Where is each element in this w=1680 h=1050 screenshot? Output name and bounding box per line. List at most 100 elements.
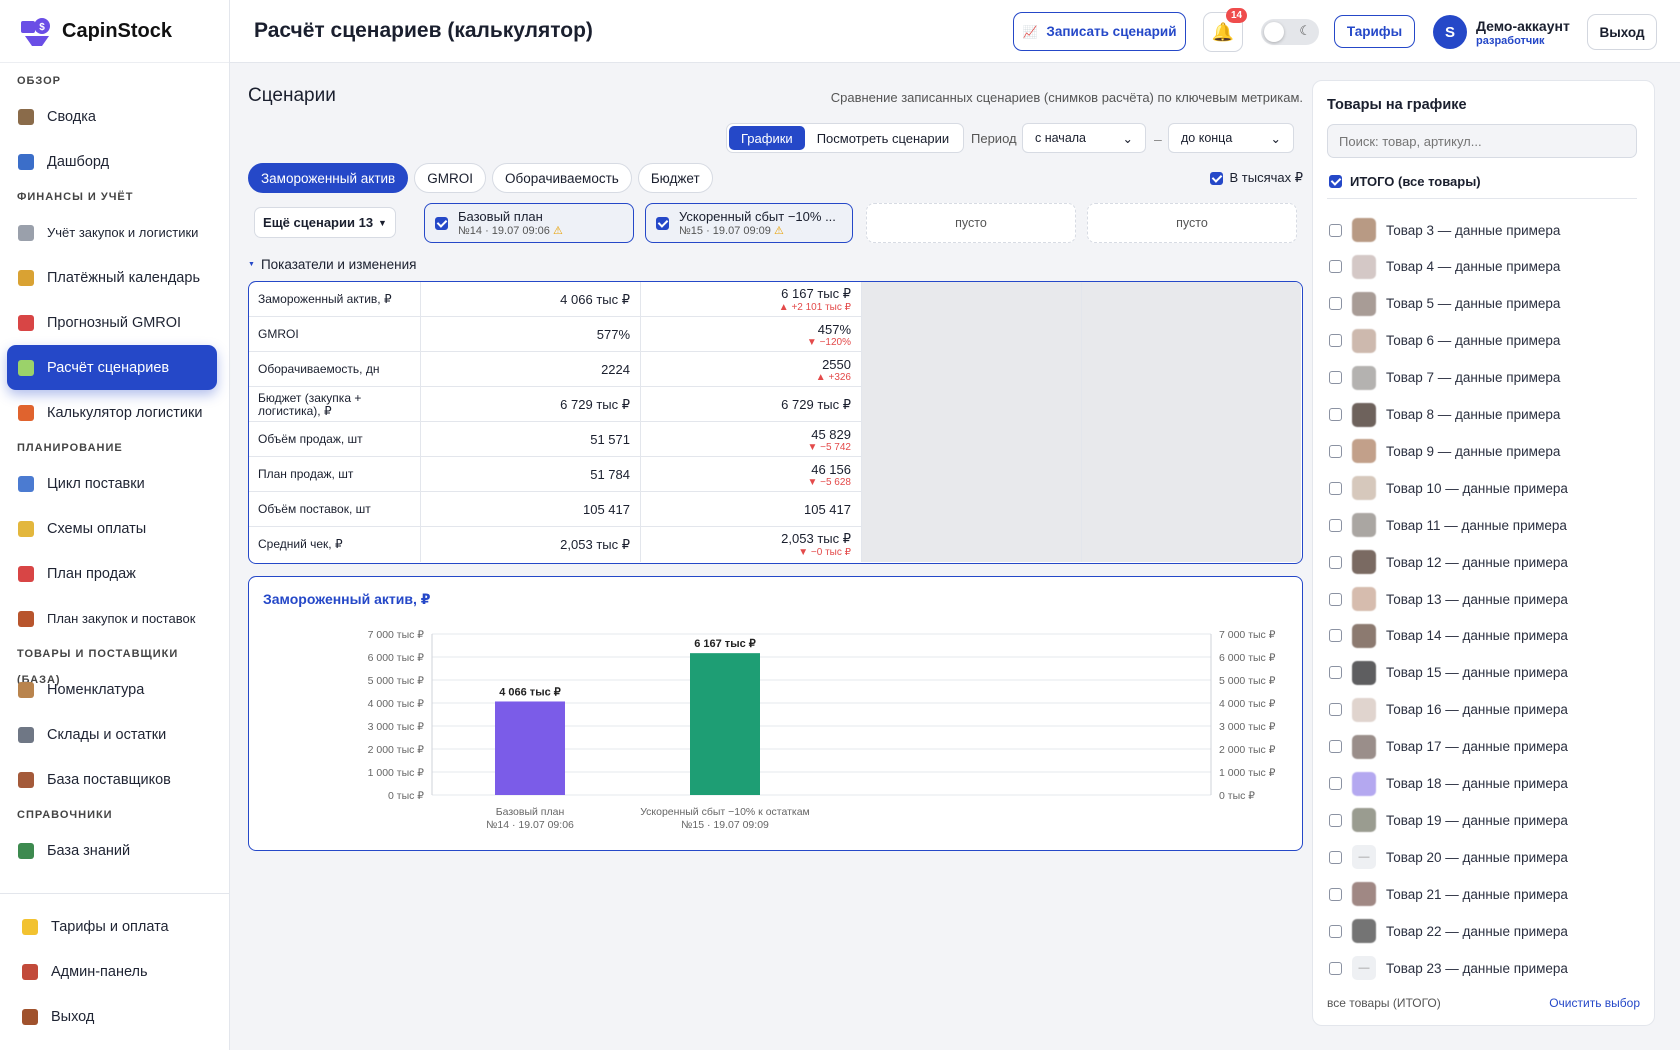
checkbox-icon[interactable] (656, 216, 669, 230)
sidebar-item[interactable]: Учёт закупок и логистики (0, 210, 229, 255)
checkbox-icon[interactable] (1329, 297, 1342, 311)
list-item[interactable]: Товар 5 — данные примера (1329, 289, 1560, 319)
checkbox-icon[interactable] (1329, 481, 1342, 495)
period-from-select[interactable]: с начала ⌄ (1022, 123, 1146, 153)
list-item[interactable]: Товар 11 — данные примера (1329, 510, 1567, 540)
metric-value-cell: 2550 ▲ +326 (641, 352, 862, 387)
thousands-checkbox[interactable]: В тысячах ₽ (1210, 170, 1303, 186)
sidebar-item[interactable]: Дашборд (0, 139, 229, 184)
bar[interactable] (495, 701, 565, 795)
checkbox-icon[interactable] (1329, 444, 1342, 458)
total-products-checkbox[interactable]: ИТОГО (все товары) (1329, 174, 1481, 189)
checkbox-icon[interactable] (1329, 592, 1342, 606)
sidebar-item[interactable]: Сводка (0, 94, 229, 139)
tariffs-button[interactable]: Тарифы (1334, 15, 1415, 48)
list-item[interactable]: Товар 21 — данные примера (1329, 879, 1568, 909)
list-item[interactable]: Товар 14 — данные примера (1329, 621, 1568, 651)
checkbox-icon[interactable] (1329, 740, 1342, 754)
clear-selection-link[interactable]: Очистить выбор (1549, 996, 1640, 1010)
list-item[interactable]: Товар 16 — данные примера (1329, 695, 1568, 725)
scenario-slot-empty[interactable]: пусто (866, 203, 1076, 243)
tab-frozen-asset[interactable]: Замороженный актив (248, 163, 409, 193)
metric-value-scenario: 105 417 (804, 502, 851, 517)
tab-gmroi[interactable]: GMROI (414, 163, 486, 193)
sidebar-item[interactable]: Калькулятор логистики (0, 390, 229, 435)
sidebar-item[interactable]: План продаж (0, 551, 229, 596)
sidebar-item[interactable]: База поставщиков (0, 757, 229, 802)
sidebar-item[interactable]: Платёжный календарь (0, 255, 229, 300)
checkbox-icon[interactable] (1329, 961, 1342, 975)
list-item[interactable]: Товар 3 — данные примера (1329, 215, 1560, 245)
list-item[interactable]: Товар 8 — данные примера (1329, 400, 1560, 430)
list-item[interactable]: — Товар 20 — данные примера (1329, 842, 1568, 872)
list-item[interactable]: Товар 18 — данные примера (1329, 769, 1568, 799)
product-label: Товар 16 — данные примера (1386, 702, 1568, 718)
list-item[interactable]: Товар 17 — данные примера (1329, 732, 1568, 762)
avatar[interactable]: S (1433, 15, 1467, 49)
checkbox-icon[interactable] (1329, 408, 1342, 421)
list-item[interactable]: Товар 4 — данные примера (1329, 252, 1560, 282)
checkbox-icon (1329, 175, 1342, 188)
product-label: Товар 17 — данные примера (1386, 739, 1568, 755)
list-item[interactable]: Товар 9 — данные примера (1329, 436, 1560, 466)
sidebar-item[interactable]: Выход (0, 994, 230, 1039)
list-item[interactable]: Товар 19 — данные примера (1329, 805, 1568, 835)
checkbox-icon[interactable] (1329, 924, 1342, 938)
checkbox-icon[interactable] (1329, 334, 1342, 348)
sidebar-item[interactable]: Цикл поставки (0, 461, 229, 506)
sidebar-item[interactable]: Расчёт сценариев (7, 345, 217, 390)
checkbox-icon[interactable] (1329, 260, 1342, 274)
list-item[interactable]: Товар 15 — данные примера (1329, 658, 1568, 688)
checkbox-icon[interactable] (1329, 223, 1342, 237)
metrics-section-toggle[interactable]: ▼ Показатели и изменения (248, 257, 416, 272)
list-item[interactable]: Товар 6 — данные примера (1329, 326, 1560, 356)
checkbox-icon[interactable] (1329, 555, 1342, 569)
checkbox-icon[interactable] (1329, 371, 1342, 385)
list-item[interactable]: Товар 12 — данные примера (1329, 547, 1568, 577)
checkbox-icon[interactable] (1329, 887, 1342, 901)
x-category-label: Базовый план (496, 806, 565, 818)
bar[interactable] (690, 653, 760, 795)
tab-budget[interactable]: Бюджет (637, 163, 713, 193)
metric-value-cell: 105 417 (641, 492, 862, 527)
sidebar-item[interactable]: Прогнозный GMROI (0, 300, 229, 345)
list-item[interactable]: Товар 10 — данные примера (1329, 473, 1568, 503)
metric-label: Объём продаж, шт (249, 422, 421, 457)
list-item[interactable]: Товар 7 — данные примера (1329, 363, 1560, 393)
sidebar-item[interactable]: Админ-панель (0, 949, 230, 994)
brand-logo[interactable]: $ CapinStock (0, 0, 229, 63)
more-scenarios-button[interactable]: Ещё сценарии 13 ▼ (254, 207, 396, 238)
scenario-slot-empty[interactable]: пусто (1087, 203, 1297, 243)
checkbox-icon[interactable] (435, 216, 448, 230)
metric-label: Бюджет (закупка + логистика), ₽ (249, 387, 421, 422)
metrics-header-label: Показатели и изменения (260, 257, 417, 272)
sidebar-item[interactable]: Тарифы и оплата (0, 904, 230, 949)
sidebar-item[interactable]: База знаний (0, 828, 229, 873)
tab-turnover[interactable]: Оборачиваемость (491, 163, 632, 193)
period-to-select[interactable]: до конца ⌄ (1168, 123, 1294, 153)
sidebar-item[interactable]: Схемы оплаты (0, 506, 229, 551)
sidebar-item[interactable]: Склады и остатки (0, 712, 229, 757)
product-search-input[interactable] (1327, 124, 1637, 158)
record-scenario-button[interactable]: 📈 Записать сценарий (1013, 12, 1186, 51)
checkbox-icon[interactable] (1329, 777, 1342, 790)
checkbox-icon[interactable] (1329, 518, 1342, 532)
metric-value-base: 51 784 (421, 457, 641, 492)
tab-charts[interactable]: Графики (729, 126, 805, 150)
list-item[interactable]: Товар 22 — данные примера (1329, 916, 1568, 946)
checkbox-icon[interactable] (1329, 850, 1342, 864)
checkbox-icon[interactable] (1329, 666, 1342, 680)
checkbox-icon[interactable] (1329, 703, 1342, 717)
checkbox-icon[interactable] (1329, 629, 1342, 643)
scenario-slot-2[interactable]: Ускоренный сбыт −10% ... №15 · 19.07 09:… (645, 203, 853, 243)
tab-view-scenarios[interactable]: Посмотреть сценарии (805, 126, 961, 150)
checkbox-icon[interactable] (1329, 813, 1342, 827)
theme-toggle[interactable]: ☾ (1261, 19, 1319, 45)
period-to-value: до конца (1181, 131, 1233, 145)
sidebar-item[interactable]: План закупок и поставок (0, 596, 229, 641)
scenario-slot-1[interactable]: Базовый план №14 · 19.07 09:06 ⚠ (424, 203, 634, 243)
logout-button[interactable]: Выход (1587, 14, 1657, 50)
list-item[interactable]: — Товар 23 — данные примера (1329, 953, 1568, 983)
list-item[interactable]: Товар 13 — данные примера (1329, 584, 1568, 614)
metric-value-cell: 2,053 тыс ₽ ▼ −0 тыс ₽ (641, 527, 862, 562)
